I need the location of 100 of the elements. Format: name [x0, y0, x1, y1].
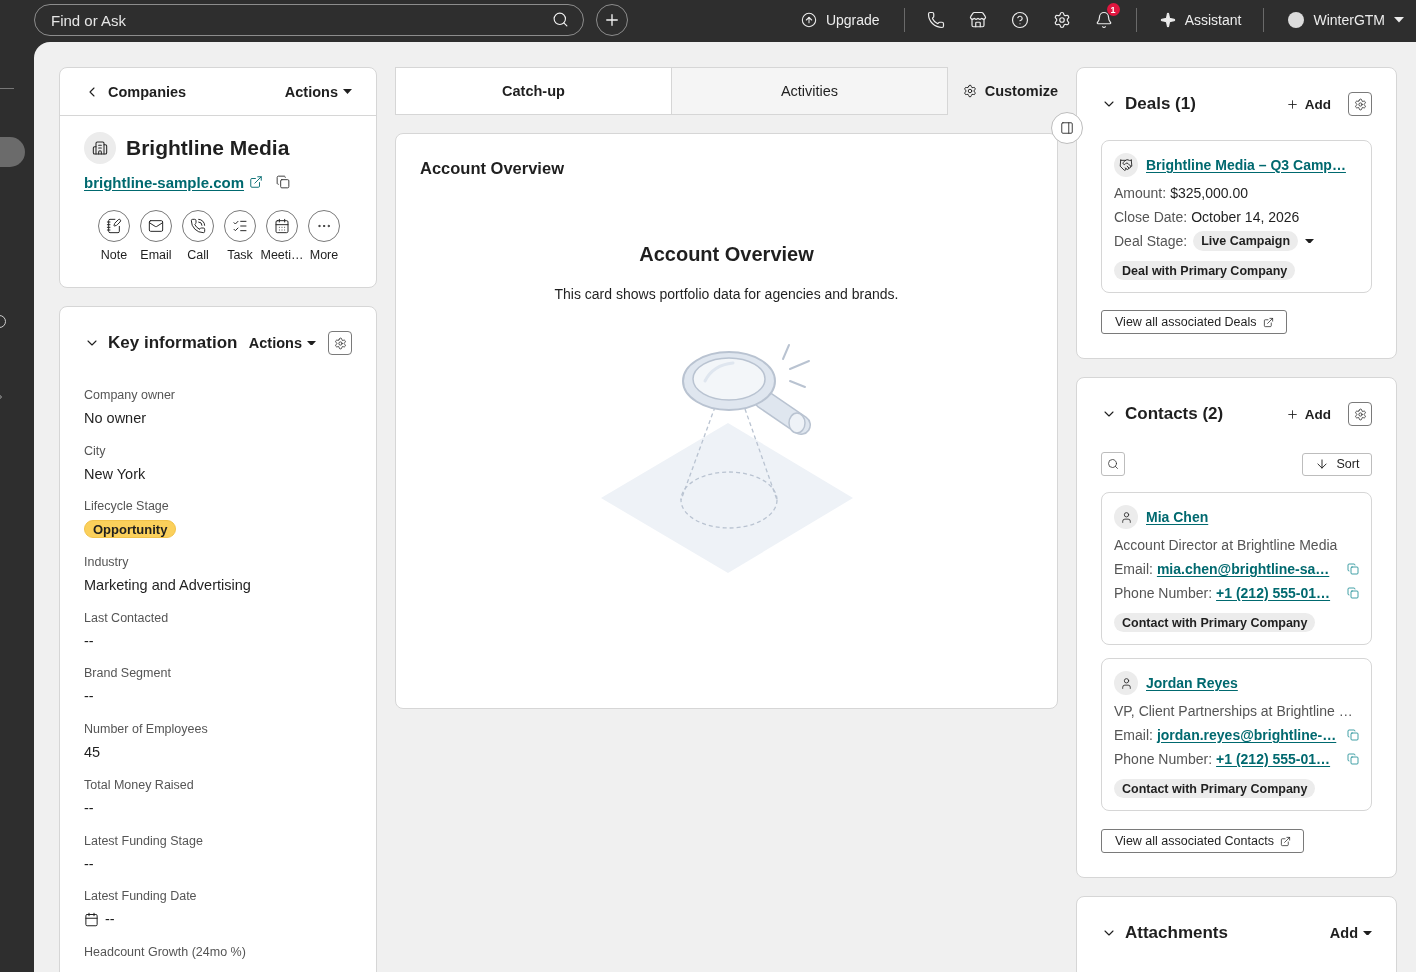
field-label: Brand Segment	[84, 665, 172, 683]
arrow-up-circle-icon	[800, 12, 817, 28]
deal-stage-select[interactable]: Live Campaign	[1193, 231, 1299, 251]
back-link[interactable]: Companies	[84, 83, 187, 100]
copy-icon[interactable]	[276, 175, 291, 189]
settings-icon	[1353, 97, 1367, 111]
quick-action-button[interactable]: More	[303, 210, 345, 263]
detail-label: Email:	[1114, 561, 1153, 577]
field-label: City	[84, 442, 107, 460]
field-value: Marketing and Advertising	[84, 576, 252, 596]
detail-label: Amount:	[1114, 185, 1167, 201]
field-value: --	[84, 687, 95, 707]
add-dropdown[interactable]: Add	[1329, 925, 1372, 941]
detail-value: October 14, 2026	[1191, 209, 1300, 225]
store-icon[interactable]	[968, 11, 987, 29]
quick-action-button[interactable]: Email	[135, 210, 177, 263]
settings-icon[interactable]	[1052, 11, 1071, 29]
field-label: Latest Funding Date	[84, 888, 198, 906]
quick-action-button[interactable]: Note	[93, 210, 135, 263]
panel-icon	[1060, 121, 1074, 135]
detail-label: Email:	[1114, 727, 1153, 743]
empty-state-heading: Account Overview	[639, 242, 814, 266]
add-button[interactable]: Add	[1285, 96, 1331, 112]
contact-link[interactable]: Mia Chen	[1146, 509, 1209, 525]
caret-icon	[1394, 17, 1404, 23]
sort-button[interactable]: Sort	[1302, 452, 1372, 476]
settings-button[interactable]	[1348, 92, 1372, 116]
detail-label: Close Date:	[1114, 209, 1188, 225]
customize-button[interactable]: Customize	[962, 83, 1058, 99]
tab[interactable]: Catch-up	[395, 67, 672, 115]
association-tag: Contact with Primary Company	[1114, 779, 1316, 798]
lifecycle-stage-badge: Opportunity	[84, 520, 177, 539]
help-icon[interactable]	[1010, 11, 1029, 29]
field-label: Last Contacted	[84, 609, 170, 627]
contact-link[interactable]: Jordan Reyes	[1146, 675, 1238, 691]
field-value: No owner	[84, 409, 148, 428]
detail-label: Phone Number:	[1114, 751, 1213, 767]
settings-icon	[962, 84, 977, 98]
contact-title: VP, Client Partnerships at Brightline …	[1114, 703, 1353, 719]
settings-icon	[333, 336, 347, 350]
association-tag: Deal with Primary Company	[1114, 261, 1296, 280]
upgrade-button[interactable]: Upgrade	[800, 12, 880, 28]
external-link-icon	[1262, 316, 1274, 328]
deal-link[interactable]: Brightline Media – Q3 Camp…	[1146, 157, 1346, 173]
detail-label: Phone Number:	[1114, 585, 1213, 601]
sparkle-icon	[1159, 12, 1176, 28]
field-value: New York	[84, 464, 147, 484]
field-value: --	[105, 910, 115, 930]
calendar-icon	[84, 911, 99, 927]
view-all-button[interactable]: View all associated Contacts	[1101, 829, 1304, 853]
email-link[interactable]: mia.chen@brightline-sa…	[1156, 561, 1330, 577]
plus-icon	[1285, 407, 1299, 421]
empty-state-text: This card shows portfolio data for agencies and brands.	[554, 285, 899, 304]
field-label: Headcount Growth (24mo %)	[84, 943, 247, 961]
phone-icon[interactable]	[926, 11, 945, 29]
website-link[interactable]: brightline-sample.com	[84, 173, 245, 191]
field-label: Number of Employees	[84, 721, 209, 739]
external-link-icon[interactable]	[249, 175, 264, 189]
phone-link[interactable]: +1 (212) 555-01…	[1216, 751, 1331, 767]
quick-action-button[interactable]: Call	[177, 210, 219, 263]
section-title: Key information	[108, 333, 238, 353]
caret-icon	[343, 89, 352, 94]
field-label: Industry	[84, 554, 130, 572]
settings-button[interactable]	[328, 331, 352, 355]
email-link[interactable]: jordan.reyes@brightline-…	[1156, 727, 1337, 743]
search-field[interactable]: Find or Ask	[34, 4, 584, 36]
field-label: Lifecycle Stage	[84, 498, 170, 516]
settings-icon	[1353, 407, 1367, 421]
actions-dropdown[interactable]: Actions	[248, 335, 316, 351]
add-button[interactable]: Add	[1285, 406, 1331, 422]
actions-dropdown[interactable]: Actions	[284, 83, 352, 100]
avatar-icon	[1288, 12, 1305, 28]
association-tag: Contact with Primary Company	[1114, 613, 1316, 632]
handshake-icon	[1114, 153, 1138, 177]
external-link-icon	[1279, 835, 1291, 847]
detail-value: $325,000.00	[1170, 185, 1248, 201]
detail-label: Deal Stage:	[1114, 233, 1188, 249]
quick-action-button[interactable]: Meeti…	[261, 210, 303, 263]
bell-icon[interactable]	[1094, 11, 1113, 29]
account-menu-button[interactable]: WinterGTM	[1288, 12, 1404, 28]
phone-link[interactable]: +1 (212) 555-01…	[1216, 585, 1331, 601]
quick-action-button[interactable]: Task	[219, 210, 261, 263]
search-icon	[552, 11, 569, 28]
field-label: Latest Funding Stage	[84, 832, 204, 850]
caret-icon	[1363, 930, 1372, 936]
arrow-down-icon	[1314, 457, 1329, 471]
field-value: --	[84, 631, 95, 651]
assistant-button[interactable]: Assistant	[1159, 12, 1242, 28]
section-title: Attachments	[1125, 923, 1228, 943]
section-title: Contacts (2)	[1125, 404, 1224, 424]
notification-badge: 1	[1106, 3, 1120, 16]
tab[interactable]: Activities	[671, 67, 948, 115]
field-value: 45	[84, 743, 102, 763]
caret-icon	[307, 340, 316, 346]
card-title: Account Overview	[420, 158, 564, 179]
view-all-button[interactable]: View all associated Deals	[1101, 310, 1287, 334]
field-value: --	[84, 854, 95, 874]
plus-icon	[603, 11, 621, 29]
search-button[interactable]	[1101, 452, 1125, 476]
settings-button[interactable]	[1348, 402, 1372, 426]
